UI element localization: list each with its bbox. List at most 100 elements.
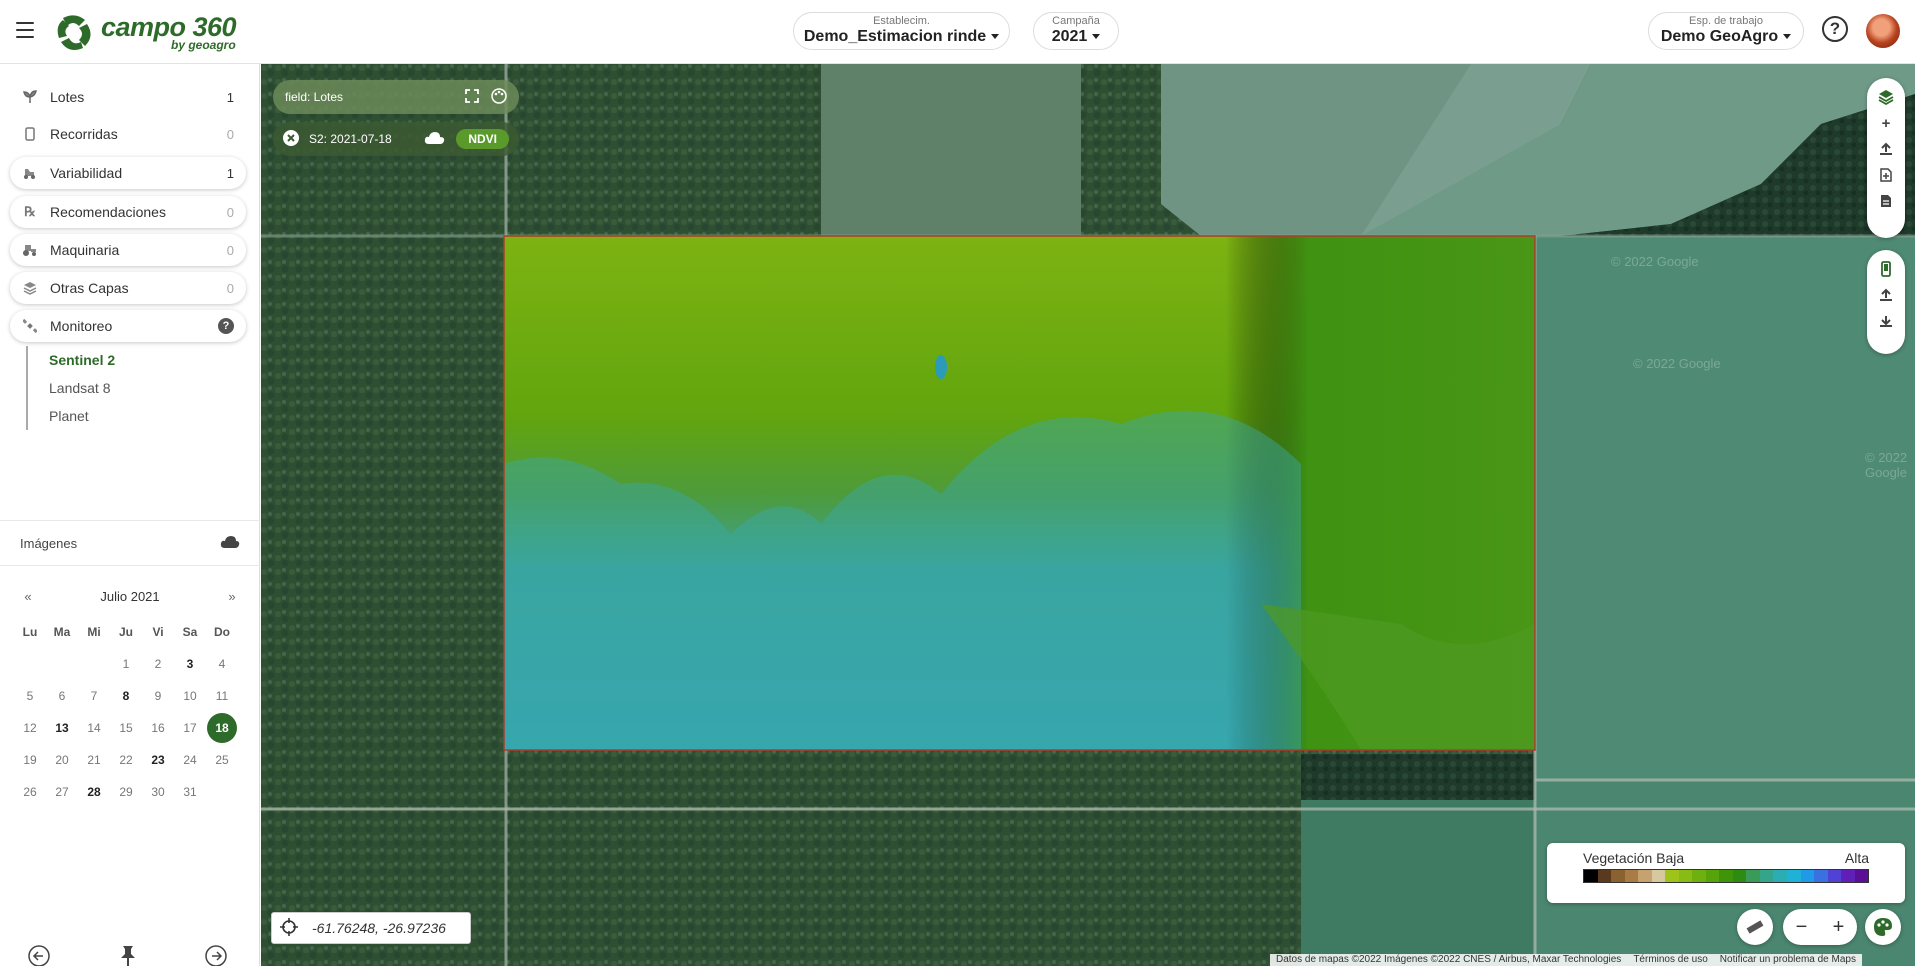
top-header: campo 360 by geoagro Establecim. Demo_Es… xyxy=(0,0,1915,64)
sidebar-item-label: Recomendaciones xyxy=(50,204,166,220)
calendar-header: « Julio 2021 » xyxy=(14,582,246,610)
layers-icon[interactable] xyxy=(1874,84,1898,110)
calendar-day[interactable]: 20 xyxy=(46,744,78,776)
espacio-trabajo-selector[interactable]: Esp. de trabajo Demo GeoAgro xyxy=(1648,12,1804,50)
legend-color-swatch xyxy=(1678,870,1693,882)
import-file-icon[interactable] xyxy=(1874,162,1898,188)
sidebar-item-label: Recorridas xyxy=(50,126,118,142)
calendar-day[interactable]: 7 xyxy=(78,680,110,712)
calendar-next-button[interactable]: » xyxy=(222,589,242,604)
pin-icon[interactable] xyxy=(116,944,140,966)
calendar-day[interactable]: 8 xyxy=(110,680,142,712)
app-root: campo 360 by geoagro Establecim. Demo_Es… xyxy=(0,0,1915,966)
legend-color-swatch xyxy=(1719,870,1733,882)
monitoreo-sublist: Sentinel 2 Landsat 8 Planet xyxy=(26,346,115,430)
sidebar-item-otras-capas[interactable]: Otras Capas 0 xyxy=(10,272,246,304)
legend-color-swatch xyxy=(1624,870,1639,882)
upload-icon[interactable] xyxy=(1874,136,1898,162)
calendar-day[interactable]: 30 xyxy=(142,776,174,808)
calendar-day-of-week: Do xyxy=(214,625,230,639)
palette-icon xyxy=(1874,918,1892,936)
menu-hamburger-icon[interactable] xyxy=(16,22,34,38)
monitoreo-help-icon[interactable]: ? xyxy=(218,318,234,334)
campo360-logo-icon xyxy=(57,15,91,50)
calendar-day[interactable]: 23 xyxy=(142,744,174,776)
cloud-icon[interactable] xyxy=(424,131,446,148)
legend-color-swatch xyxy=(1584,870,1598,882)
ruler-button[interactable] xyxy=(1737,909,1773,945)
calendar-day[interactable]: 26 xyxy=(14,776,46,808)
calendar-day[interactable]: 22 xyxy=(110,744,142,776)
map-view[interactable]: © 2022 Google © 2022 Google © 2022 Googl… xyxy=(261,64,1915,966)
calendar-day[interactable]: 17 xyxy=(174,712,206,744)
ndvi-legend: Vegetación Baja Alta xyxy=(1547,843,1905,903)
fullscreen-icon[interactable] xyxy=(465,88,479,106)
close-icon[interactable] xyxy=(283,129,299,149)
calendar-day[interactable]: 5 xyxy=(14,680,46,712)
upload-icon[interactable] xyxy=(1874,282,1898,308)
calendar-day[interactable]: 29 xyxy=(110,776,142,808)
calendar-day[interactable]: 21 xyxy=(78,744,110,776)
calendar-day[interactable]: 25 xyxy=(206,744,238,776)
attribution-report-link[interactable]: Notificar un problema de Maps xyxy=(1714,954,1862,966)
calendar-prev-button[interactable]: « xyxy=(18,589,38,604)
palette-icon[interactable] xyxy=(491,87,507,107)
sub-item-landsat8[interactable]: Landsat 8 xyxy=(28,374,115,402)
sub-item-planet[interactable]: Planet xyxy=(28,402,115,430)
sidebar-item-monitoreo[interactable]: Monitoreo ? xyxy=(10,310,246,342)
calendar-day[interactable]: 13 xyxy=(46,712,78,744)
attribution-terms-link[interactable]: Términos de uso xyxy=(1627,954,1713,966)
calendar-day-selected[interactable]: 18 xyxy=(207,713,237,743)
sidebar-item-lotes[interactable]: Lotes 1 xyxy=(10,81,246,113)
prev-image-icon[interactable] xyxy=(27,944,51,966)
calendar-day[interactable]: 12 xyxy=(14,712,46,744)
cloud-filter-icon[interactable] xyxy=(220,535,240,552)
help-icon[interactable]: ? xyxy=(1822,16,1848,42)
calendar-day[interactable]: 10 xyxy=(174,680,206,712)
zoom-in-button[interactable]: + xyxy=(1833,916,1845,939)
crosshair-icon[interactable] xyxy=(280,917,298,939)
campana-selector[interactable]: Campaña 2021 xyxy=(1033,12,1119,50)
campana-value: 2021 xyxy=(1052,27,1101,47)
calendar-day[interactable]: 31 xyxy=(174,776,206,808)
calendar-day[interactable]: 16 xyxy=(142,712,174,744)
calendar-day[interactable]: 28 xyxy=(78,776,110,808)
calendar-day[interactable]: 27 xyxy=(46,776,78,808)
sub-item-sentinel2[interactable]: Sentinel 2 xyxy=(28,346,115,374)
sidebar-item-maquinaria[interactable]: Maquinaria 0 xyxy=(10,234,246,266)
sidebar-item-recorridas[interactable]: Recorridas 0 xyxy=(10,118,246,150)
download-icon[interactable] xyxy=(1874,308,1898,334)
calendar-day[interactable]: 4 xyxy=(206,648,238,680)
layers-icon xyxy=(22,280,38,296)
next-image-icon[interactable] xyxy=(204,944,228,966)
document-icon[interactable] xyxy=(1874,188,1898,214)
calendar-day[interactable]: 9 xyxy=(142,680,174,712)
calendar-day[interactable]: 2 xyxy=(142,648,174,680)
sidebar-item-label: Variabilidad xyxy=(50,165,123,181)
satellite-map[interactable] xyxy=(261,64,1915,966)
legend-low-label: Vegetación Baja xyxy=(1583,850,1685,866)
zoom-out-button[interactable]: − xyxy=(1796,916,1808,939)
image-calendar: « Julio 2021 » Lu Ma Mi Ju Vi Sa Do 1 2 3 4 5 6 7 8 9 10… xyxy=(14,582,246,808)
calendar-day[interactable]: 18 xyxy=(206,712,238,744)
establecimiento-selector[interactable]: Establecim. Demo_Estimacion rinde xyxy=(793,12,1010,50)
calendar-day[interactable]: 6 xyxy=(46,680,78,712)
calendar-day[interactable]: 3 xyxy=(174,648,206,680)
sidebar-item-recomendaciones[interactable]: ℞ Recomendaciones 0 xyxy=(10,196,246,228)
zoom-controls: − + xyxy=(1783,909,1857,945)
map-attribution: Datos de mapas ©2022 Imágenes ©2022 CNES… xyxy=(1270,954,1862,966)
ndvi-index-button[interactable]: NDVI xyxy=(456,129,509,149)
add-icon[interactable]: + xyxy=(1874,110,1898,136)
sidebar-item-variabilidad[interactable]: Variabilidad 1 xyxy=(10,157,246,189)
calendar-day[interactable]: 1 xyxy=(110,648,142,680)
calendar-day[interactable]: 19 xyxy=(14,744,46,776)
app-logo[interactable]: campo 360 by geoagro xyxy=(55,10,237,54)
field-layer-label: field: Lotes xyxy=(285,90,344,104)
palette-button[interactable] xyxy=(1865,909,1901,945)
calendar-day[interactable]: 15 xyxy=(110,712,142,744)
mobile-icon[interactable] xyxy=(1874,256,1898,282)
user-avatar[interactable] xyxy=(1866,14,1900,48)
calendar-day[interactable]: 24 xyxy=(174,744,206,776)
calendar-day[interactable]: 14 xyxy=(78,712,110,744)
calendar-day[interactable]: 11 xyxy=(206,680,238,712)
